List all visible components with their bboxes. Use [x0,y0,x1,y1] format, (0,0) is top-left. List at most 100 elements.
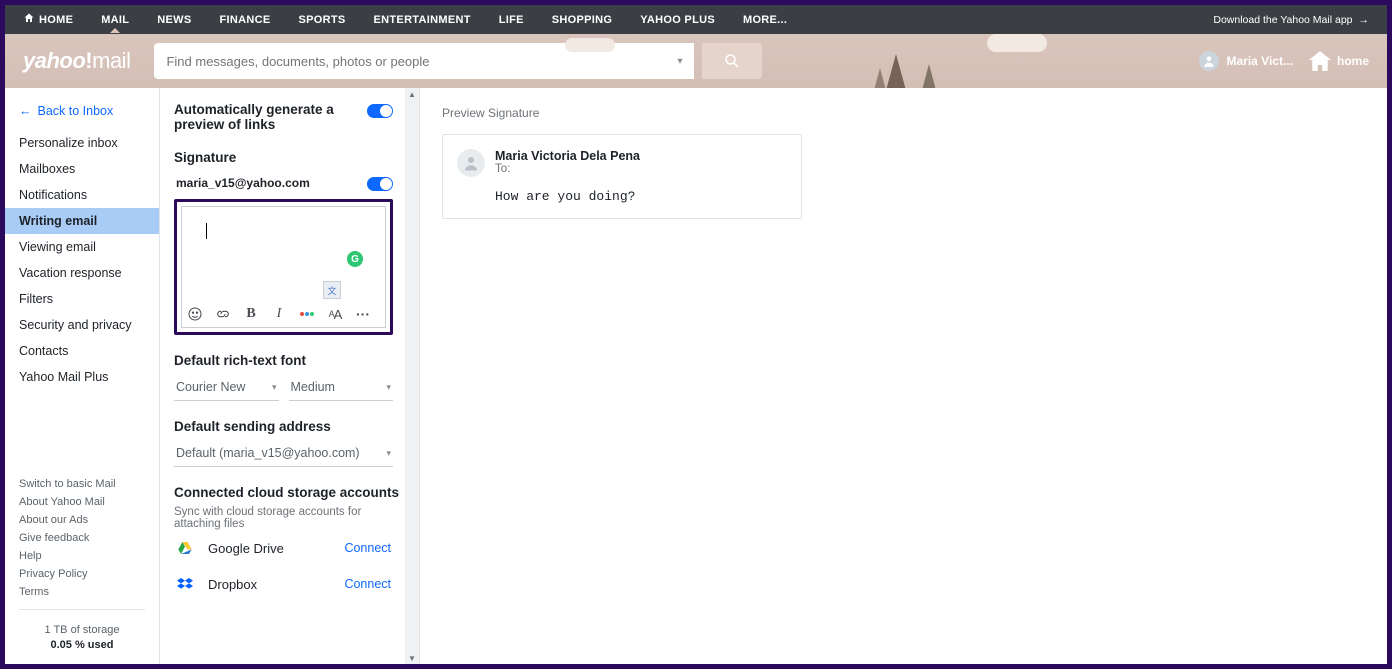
sidebar-item-filters[interactable]: Filters [5,286,159,312]
preview-panel: Preview Signature Maria Victoria Dela Pe… [420,88,1387,664]
connect-dropbox-link[interactable]: Connect [344,577,391,591]
top-nav-shopping[interactable]: SHOPPING [552,14,612,26]
download-app-link[interactable]: Download the Yahoo Mail app → [1213,14,1369,26]
font-color-icon[interactable] [298,305,316,323]
top-nav-label: ENTERTAINMENT [374,14,471,26]
chevron-down-icon: ▾ [386,448,391,459]
sending-address-select[interactable]: Default (maria_v15@yahoo.com) ▾ [174,440,393,467]
font-heading: Default rich-text font [174,353,409,368]
cloud-name: Google Drive [208,541,284,556]
chevron-down-icon[interactable]: ▾ [677,56,682,67]
scroll-down-icon[interactable]: ▼ [405,652,419,664]
arrow-left-icon: ← [19,104,32,118]
home-label: home [1337,54,1369,68]
top-nav-label: NEWS [157,14,191,26]
top-nav-label: YAHOO PLUS [640,14,715,26]
account-menu[interactable]: Maria Vict... [1199,51,1293,71]
yahoo-top-nav: HOME MAIL NEWS FINANCE SPORTS ENTERTAINM… [5,5,1387,34]
signature-heading: Signature [174,150,409,165]
top-nav-home[interactable]: HOME [23,12,73,27]
mail-header: yahoo!mail ▾ Maria Vict... home [5,34,1387,88]
cloud-name: Dropbox [208,577,257,592]
user-name: Maria Vict... [1227,54,1293,68]
google-drive-icon [176,540,194,556]
top-nav-yahoo-plus[interactable]: YAHOO PLUS [640,14,715,26]
back-to-inbox-link[interactable]: ← Back to Inbox [5,98,159,124]
divider [19,609,145,610]
link-icon[interactable] [214,305,232,323]
preview-to: To: [495,163,640,175]
avatar-icon [457,149,485,177]
font-size-value: Medium [291,380,335,394]
logo-yahoo: yahoo [23,48,85,74]
sidebar-footer: Switch to basic Mail About Yahoo Mail Ab… [5,465,159,664]
footer-about-ads[interactable]: About our Ads [19,511,145,529]
decor-cloud [987,34,1047,52]
home-link[interactable]: home [1309,51,1369,71]
top-nav-life[interactable]: LIFE [499,14,524,26]
font-size-select[interactable]: Medium ▾ [289,374,394,401]
top-nav-label: SHOPPING [552,14,612,26]
signature-email: maria_v15@yahoo.com [176,176,310,190]
footer-help[interactable]: Help [19,547,145,565]
chevron-down-icon: ▾ [272,382,277,393]
settings-panel: ▲ ▼ Automatically generate a preview of … [160,88,420,664]
sending-address-value: Default (maria_v15@yahoo.com) [176,446,360,460]
scrollbar[interactable]: ▲ ▼ [405,88,419,664]
footer-feedback[interactable]: Give feedback [19,529,145,547]
scroll-up-icon[interactable]: ▲ [405,88,419,100]
translate-icon[interactable]: 文 [323,281,341,299]
top-nav-finance[interactable]: FINANCE [220,14,271,26]
sidebar-item-notifications[interactable]: Notifications [5,182,159,208]
sidebar-item-mailboxes[interactable]: Mailboxes [5,156,159,182]
signature-textarea[interactable]: G 文 B I AA ··· [181,206,386,328]
top-nav-entertainment[interactable]: ENTERTAINMENT [374,14,471,26]
sidebar-item-contacts[interactable]: Contacts [5,338,159,364]
top-nav-more[interactable]: MORE... [743,14,787,26]
font-family-select[interactable]: Courier New ▾ [174,374,279,401]
search-input[interactable] [166,54,677,69]
cloud-heading: Connected cloud storage accounts [174,485,409,500]
footer-switch-basic[interactable]: Switch to basic Mail [19,475,145,493]
settings-sidebar: ← Back to Inbox Personalize inbox Mailbo… [5,88,160,664]
download-app-label: Download the Yahoo Mail app [1213,14,1352,26]
arrow-right-icon: → [1359,14,1370,26]
autopreview-row: Automatically generate a preview of link… [174,102,409,132]
italic-icon[interactable]: I [270,305,288,323]
sidebar-item-vacation[interactable]: Vacation response [5,260,159,286]
signature-toggle[interactable] [367,177,393,191]
footer-terms[interactable]: Terms [19,583,145,601]
settings-nav: Personalize inbox Mailboxes Notification… [5,130,159,390]
sidebar-item-writing-email[interactable]: Writing email [5,208,159,234]
more-icon[interactable]: ··· [354,305,372,323]
grammarly-icon[interactable]: G [347,251,363,267]
body: ← Back to Inbox Personalize inbox Mailbo… [5,88,1387,664]
yahoo-mail-logo[interactable]: yahoo!mail [23,48,130,74]
sidebar-item-security[interactable]: Security and privacy [5,312,159,338]
storage-line1: 1 TB of storage [19,621,145,639]
dropbox-icon [176,576,194,592]
decor-tree [885,54,907,88]
logo-mail: mail [92,48,130,74]
decor-tree [873,68,887,88]
signature-email-row: maria_v15@yahoo.com [174,171,409,195]
autopreview-title: Automatically generate a preview of link… [174,102,359,132]
footer-privacy[interactable]: Privacy Policy [19,565,145,583]
home-mini-icon [23,12,35,27]
search-icon [723,52,741,70]
search-button[interactable] [702,43,762,79]
autopreview-toggle[interactable] [367,104,393,118]
top-nav-sports[interactable]: SPORTS [299,14,346,26]
back-label: Back to Inbox [38,104,114,118]
sidebar-item-personalize[interactable]: Personalize inbox [5,130,159,156]
font-size-icon[interactable]: AA [326,305,344,323]
footer-about-mail[interactable]: About Yahoo Mail [19,493,145,511]
top-nav-mail[interactable]: MAIL [101,14,129,26]
top-nav-news[interactable]: NEWS [157,14,191,26]
top-nav-label: HOME [39,14,73,26]
sidebar-item-viewing-email[interactable]: Viewing email [5,234,159,260]
emoji-icon[interactable] [186,305,204,323]
connect-gdrive-link[interactable]: Connect [344,541,391,555]
sidebar-item-mail-plus[interactable]: Yahoo Mail Plus [5,364,159,390]
bold-icon[interactable]: B [242,305,260,323]
